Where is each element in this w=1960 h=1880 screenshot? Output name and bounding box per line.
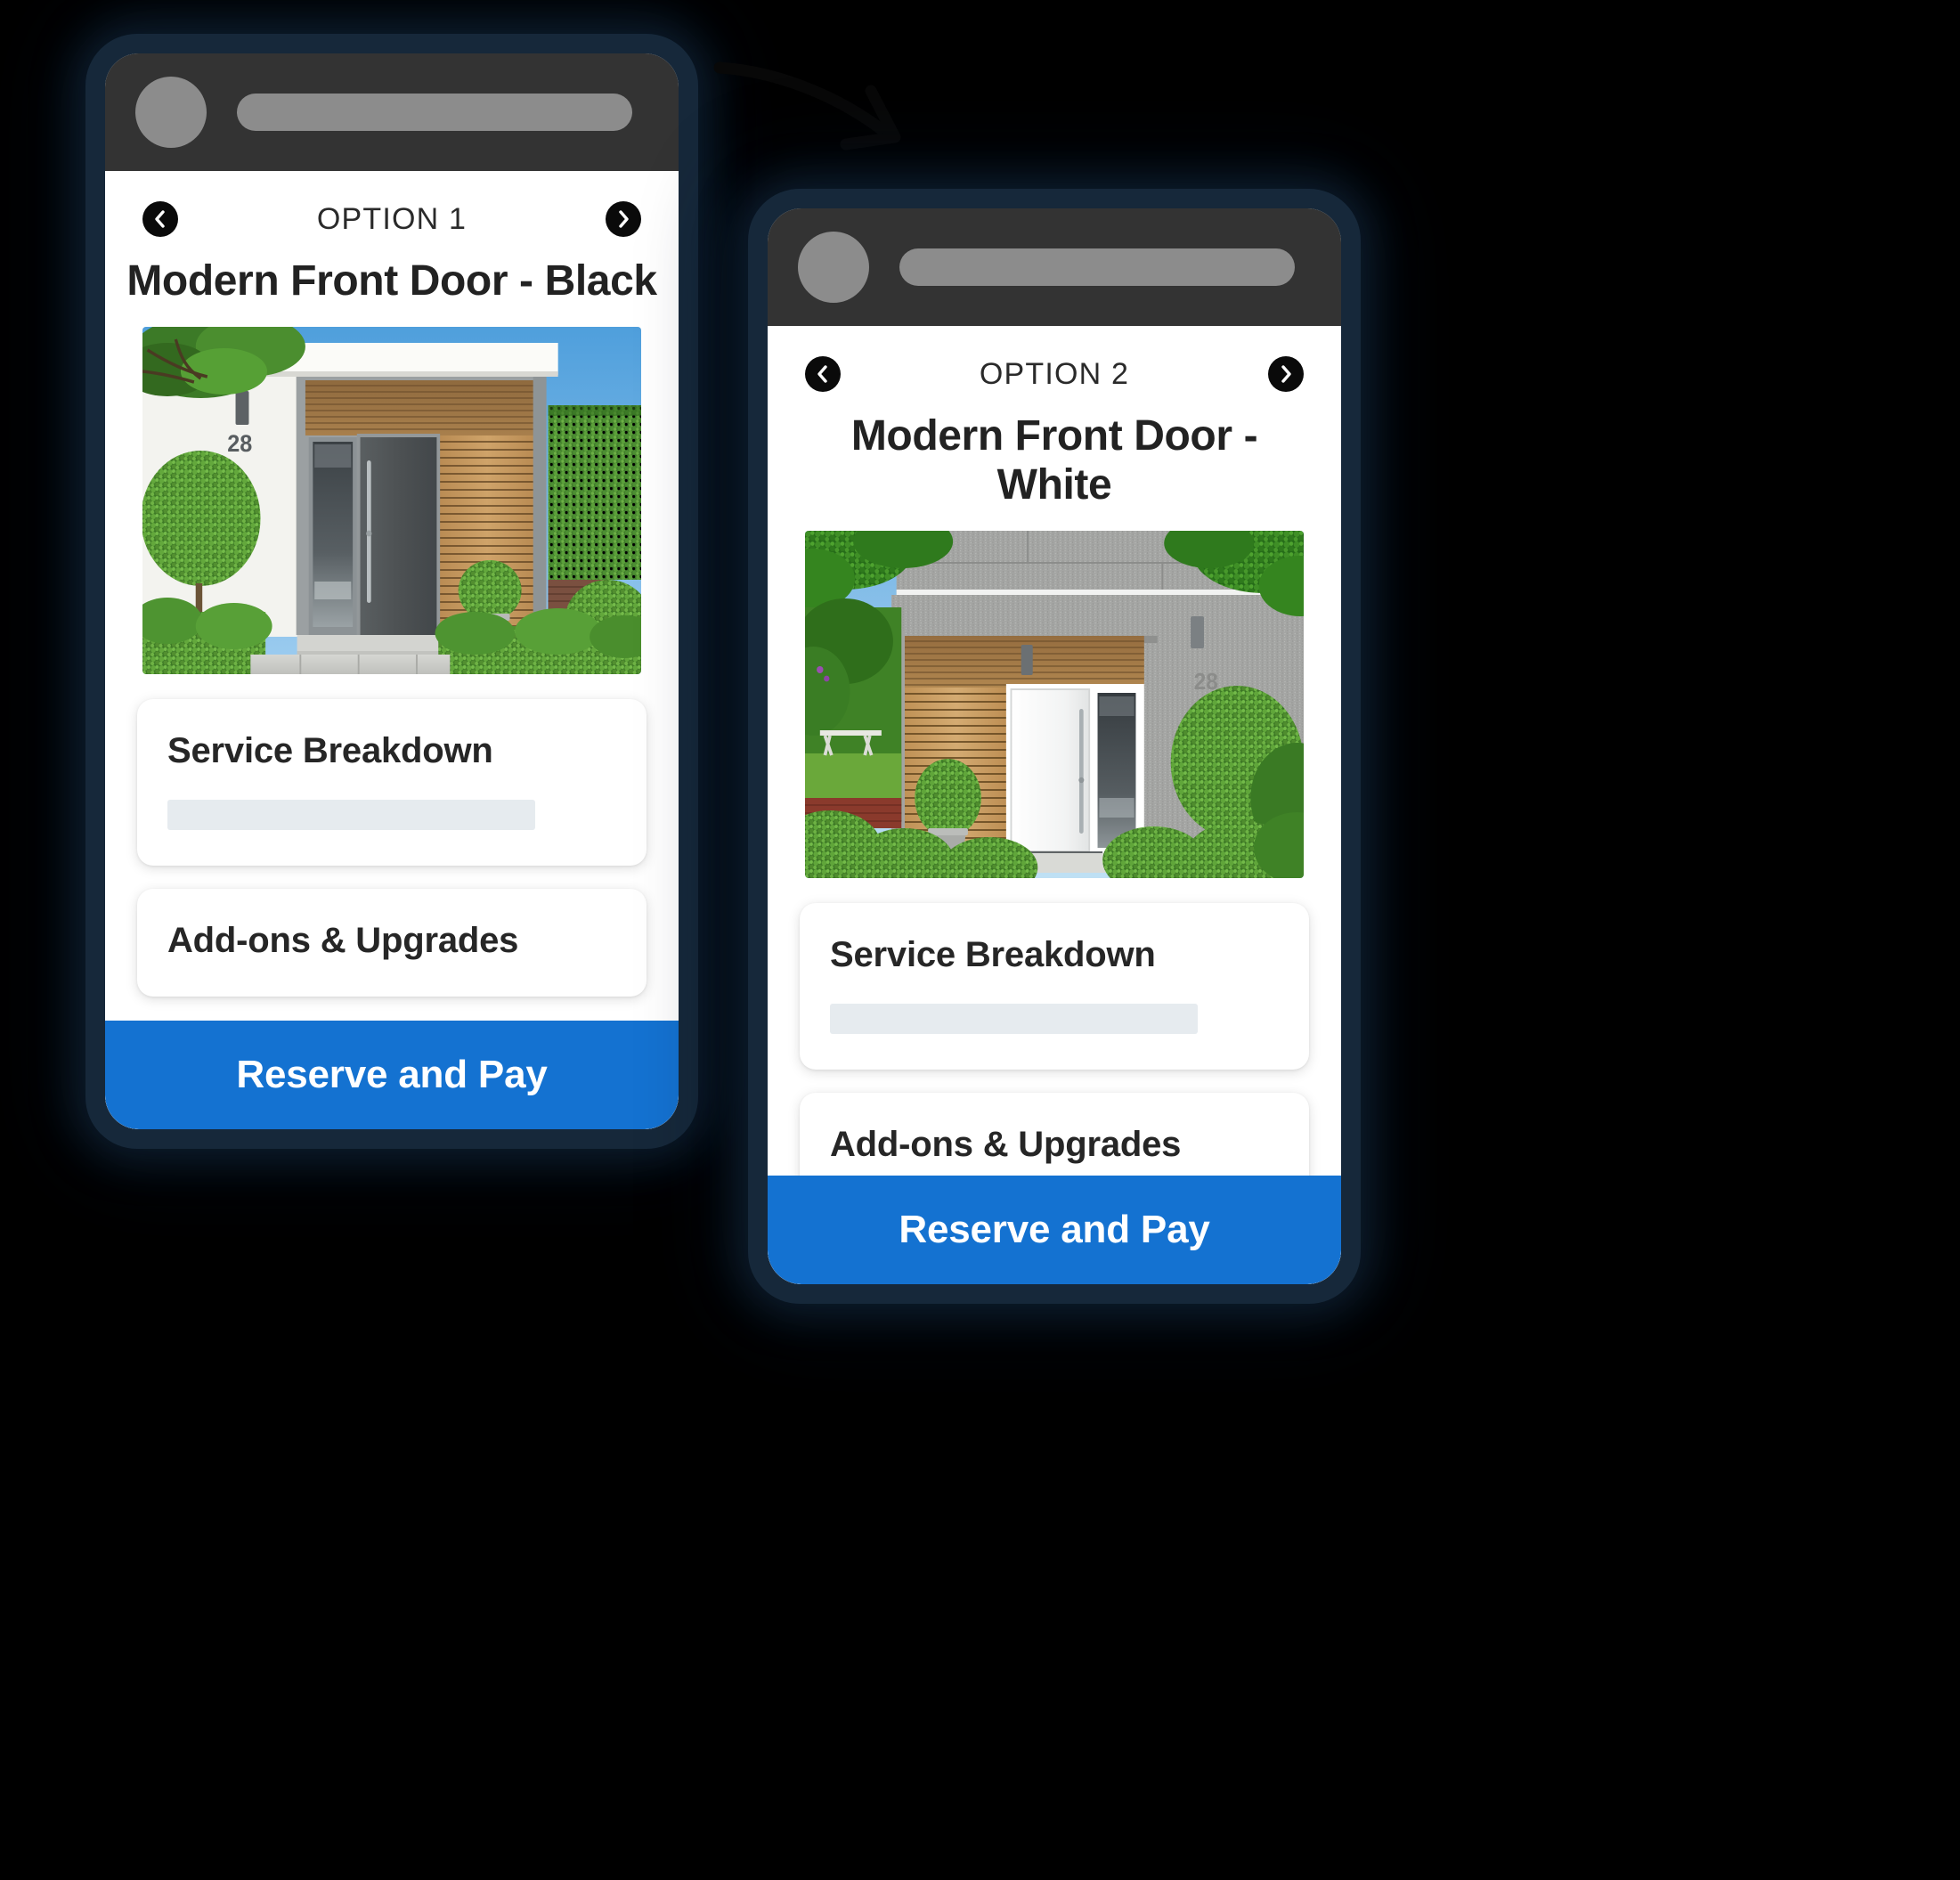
- next-option-button[interactable]: [1268, 356, 1304, 392]
- page-content-2: OPTION 2 Modern Front Door - White 28 Se…: [768, 326, 1341, 1284]
- loading-line-placeholder: [830, 1004, 1199, 1034]
- screenshot-stage: OPTION 1 Modern Front Door - Black 28 Se…: [0, 0, 1960, 1880]
- chevron-right-icon: [1268, 356, 1304, 392]
- chevron-left-icon: [142, 201, 178, 237]
- reserve-and-pay-button[interactable]: Reserve and Pay: [105, 1021, 679, 1129]
- svg-text:28: 28: [227, 429, 252, 457]
- addons-upgrades-card[interactable]: Add-ons & Upgrades: [137, 889, 647, 997]
- prev-option-button[interactable]: [805, 356, 841, 392]
- prev-option-button[interactable]: [142, 201, 178, 237]
- product-title: Modern Front Door - White: [850, 412, 1258, 509]
- option-nav-row-2: OPTION 2: [768, 326, 1341, 392]
- service-breakdown-card[interactable]: Service Breakdown: [137, 699, 647, 866]
- phone-mockup-option-2: OPTION 2 Modern Front Door - White 28 Se…: [748, 189, 1361, 1304]
- loading-line-placeholder: [167, 800, 536, 830]
- page-content-1: OPTION 1 Modern Front Door - Black 28 Se…: [105, 171, 679, 1129]
- front-door-black-photo: 28: [142, 327, 641, 674]
- chevron-left-icon: [805, 356, 841, 392]
- chevron-right-icon: [606, 201, 641, 237]
- reserve-and-pay-label: Reserve and Pay: [236, 1053, 548, 1096]
- avatar[interactable]: [798, 232, 869, 303]
- phone-screen-option-1: OPTION 1 Modern Front Door - Black 28 Se…: [105, 53, 679, 1129]
- address-bar[interactable]: [899, 248, 1295, 286]
- app-topbar-1: [105, 53, 679, 171]
- app-topbar-2: [768, 208, 1341, 326]
- option-nav-row-1: OPTION 1: [105, 171, 679, 237]
- card-title: Add-ons & Upgrades: [830, 1125, 1182, 1164]
- product-title: Modern Front Door - Black: [126, 257, 657, 305]
- card-title: Add-ons & Upgrades: [167, 921, 519, 960]
- phone-mockup-option-1: OPTION 1 Modern Front Door - Black 28 Se…: [85, 34, 698, 1149]
- phone-screen-option-2: OPTION 2 Modern Front Door - White 28 Se…: [768, 208, 1341, 1284]
- option-label: OPTION 2: [979, 356, 1130, 391]
- address-bar[interactable]: [237, 94, 632, 131]
- avatar[interactable]: [135, 77, 207, 148]
- reserve-and-pay-button[interactable]: Reserve and Pay: [768, 1176, 1341, 1284]
- service-breakdown-card[interactable]: Service Breakdown: [800, 903, 1309, 1070]
- card-title: Service Breakdown: [167, 731, 493, 770]
- front-door-white-photo: 28: [805, 531, 1304, 878]
- card-title: Service Breakdown: [830, 935, 1156, 974]
- option-label: OPTION 1: [316, 201, 468, 236]
- annotation-arrow: [712, 52, 944, 167]
- next-option-button[interactable]: [606, 201, 641, 237]
- reserve-and-pay-label: Reserve and Pay: [899, 1208, 1210, 1251]
